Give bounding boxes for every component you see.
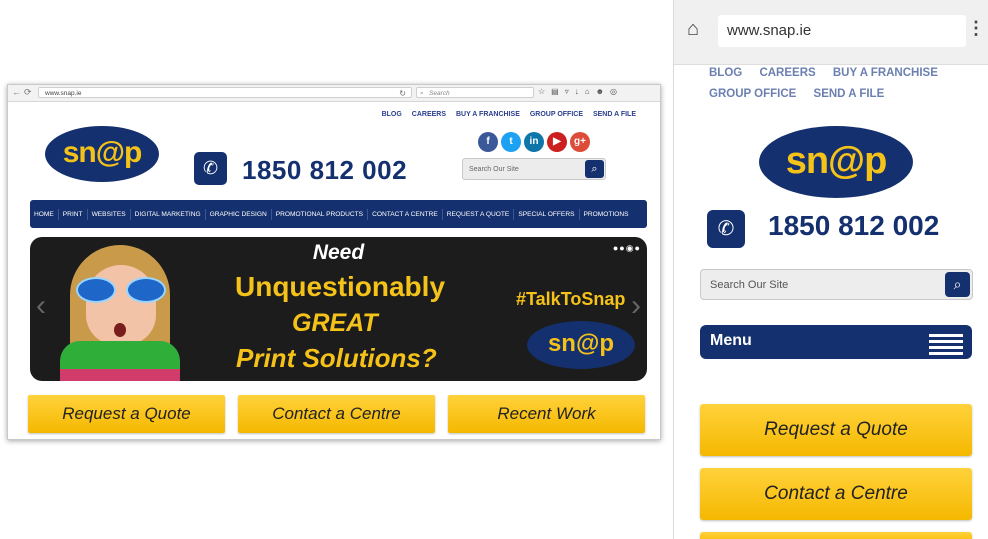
mobile-browser: ⌂ www.snap.ie ⋮ BLOG CAREERS BUY A FRANC… bbox=[673, 0, 988, 539]
mobile-request-quote-button[interactable]: Request a Quote bbox=[700, 404, 972, 456]
banner-line1: Unquestionably bbox=[235, 271, 446, 302]
twitter-icon[interactable]: t bbox=[501, 132, 521, 152]
youtube-icon[interactable]: ▶ bbox=[547, 132, 567, 152]
phone-icon: ✆ bbox=[194, 152, 227, 185]
more-options-icon[interactable]: ⋮ bbox=[967, 18, 985, 39]
hamburger-icon[interactable] bbox=[929, 334, 963, 358]
mobile-address-bar[interactable]: www.snap.ie bbox=[718, 15, 966, 47]
mobile-phone-icon: ✆ bbox=[707, 210, 745, 248]
forward-icon[interactable]: ⟳ bbox=[24, 87, 32, 98]
nav-print[interactable]: PRINT bbox=[59, 208, 88, 220]
snap-logo[interactable]: sn@p bbox=[45, 126, 159, 182]
mobile-snap-logo[interactable]: sn@p bbox=[759, 126, 913, 198]
link-blog[interactable]: BLOG bbox=[382, 111, 402, 118]
search-icon: ⌕ bbox=[591, 163, 598, 175]
mobile-address-text: www.snap.ie bbox=[727, 22, 812, 39]
banner-line3: Print Solutions? bbox=[236, 343, 437, 373]
nav-special-offers[interactable]: SPECIAL OFFERS bbox=[514, 208, 580, 220]
recent-work-button[interactable]: Recent Work bbox=[448, 395, 645, 433]
linkedin-icon[interactable]: in bbox=[524, 132, 544, 152]
m-link-group-office[interactable]: GROUP OFFICE bbox=[709, 88, 796, 100]
mobile-contact-centre-button[interactable]: Contact a Centre bbox=[700, 468, 972, 520]
home-icon[interactable]: ⌂ bbox=[687, 18, 699, 41]
nav-promotions[interactable]: PROMOTIONS bbox=[580, 209, 633, 220]
mobile-next-button-partial[interactable] bbox=[700, 532, 972, 539]
mobile-menu-bar[interactable]: Menu bbox=[700, 325, 972, 359]
banner-logo: sn@p bbox=[527, 321, 635, 369]
nav-contact-a-centre[interactable]: CONTACT A CENTRE bbox=[368, 208, 443, 220]
desktop-browser-window: ← ⟳ www.snap.ie ↻ ⌕ Search ☆▤▿↓⌂☻◎ BLOG … bbox=[7, 84, 661, 440]
nav-request-a-quote[interactable]: REQUEST A QUOTE bbox=[443, 208, 515, 220]
banner-need: Need bbox=[312, 241, 365, 264]
link-group-office[interactable]: GROUP OFFICE bbox=[530, 111, 583, 118]
m-link-send-a-file[interactable]: SEND A FILE bbox=[814, 88, 885, 100]
nav-home[interactable]: HOME bbox=[30, 208, 59, 220]
browser-search-placeholder: Search bbox=[429, 90, 450, 97]
search-icon: ⌕ bbox=[420, 90, 424, 97]
top-links: BLOG CAREERS BUY A FRANCHISE GROUP OFFIC… bbox=[374, 111, 636, 118]
nav-websites[interactable]: WEBSITES bbox=[88, 208, 131, 220]
site-search-input[interactable]: Search Our Site ⌕ bbox=[462, 158, 606, 180]
m-link-blog[interactable]: BLOG bbox=[709, 67, 742, 79]
phone-number[interactable]: 1850 812 002 bbox=[242, 155, 407, 186]
reload-icon[interactable]: ↻ bbox=[399, 88, 406, 99]
m-link-buy-a-franchise[interactable]: BUY A FRANCHISE bbox=[833, 67, 938, 79]
search-button[interactable]: ⌕ bbox=[585, 160, 604, 178]
browser-search-input[interactable]: ⌕ Search bbox=[416, 87, 534, 98]
browser-toolbar: ← ⟳ www.snap.ie ↻ ⌕ Search ☆▤▿↓⌂☻◎ bbox=[8, 85, 660, 102]
search-icon: ⌕ bbox=[953, 276, 962, 292]
main-nav: HOME PRINT WEBSITES DIGITAL MARKETING GR… bbox=[30, 200, 647, 228]
link-send-a-file[interactable]: SEND A FILE bbox=[593, 111, 636, 118]
facebook-icon[interactable]: f bbox=[478, 132, 498, 152]
browser-tool-icons[interactable]: ☆▤▿↓⌂☻◎ bbox=[538, 87, 623, 96]
mobile-top-links-row1: BLOG CAREERS BUY A FRANCHISE bbox=[709, 67, 952, 79]
nav-graphic-design[interactable]: GRAPHIC DESIGN bbox=[206, 208, 272, 220]
mobile-phone-number[interactable]: 1850 812 002 bbox=[768, 210, 939, 242]
mobile-toolbar: ⌂ www.snap.ie ⋮ bbox=[674, 0, 988, 65]
request-quote-button[interactable]: Request a Quote bbox=[28, 395, 225, 433]
carousel-prev-icon[interactable]: ‹ bbox=[36, 289, 46, 323]
mobile-search-placeholder: Search Our Site bbox=[710, 279, 789, 291]
menu-label: Menu bbox=[710, 332, 752, 349]
address-bar[interactable]: www.snap.ie ↻ bbox=[38, 87, 412, 98]
banner-hashtag: #TalkToSnap bbox=[516, 289, 626, 309]
nav-digital-marketing[interactable]: DIGITAL MARKETING bbox=[131, 208, 206, 220]
googleplus-icon[interactable]: g+ bbox=[570, 132, 590, 152]
contact-centre-button[interactable]: Contact a Centre bbox=[238, 395, 435, 433]
link-careers[interactable]: CAREERS bbox=[412, 111, 446, 118]
m-link-careers[interactable]: CAREERS bbox=[759, 67, 815, 79]
mobile-search-input[interactable]: Search Our Site ⌕ bbox=[700, 269, 973, 300]
site-search-placeholder: Search Our Site bbox=[469, 166, 519, 173]
carousel-dots[interactable]: ●●◉● bbox=[613, 243, 641, 254]
mobile-top-links-row2: GROUP OFFICE SEND A FILE bbox=[709, 88, 898, 100]
back-icon[interactable]: ← bbox=[12, 87, 21, 97]
carousel-next-icon[interactable]: › bbox=[631, 289, 641, 323]
girl-with-goggles-image bbox=[50, 245, 190, 381]
mobile-search-button[interactable]: ⌕ bbox=[945, 272, 970, 297]
social-icons: f t in ▶ g+ bbox=[478, 131, 593, 152]
nav-promotional-products[interactable]: PROMOTIONAL PRODUCTS bbox=[272, 208, 369, 220]
address-text: www.snap.ie bbox=[45, 90, 82, 97]
hero-banner[interactable]: ‹ › Need Unquestionably GREAT Print Solu… bbox=[30, 237, 647, 381]
link-buy-a-franchise[interactable]: BUY A FRANCHISE bbox=[456, 111, 520, 118]
banner-line2: GREAT bbox=[292, 309, 378, 337]
